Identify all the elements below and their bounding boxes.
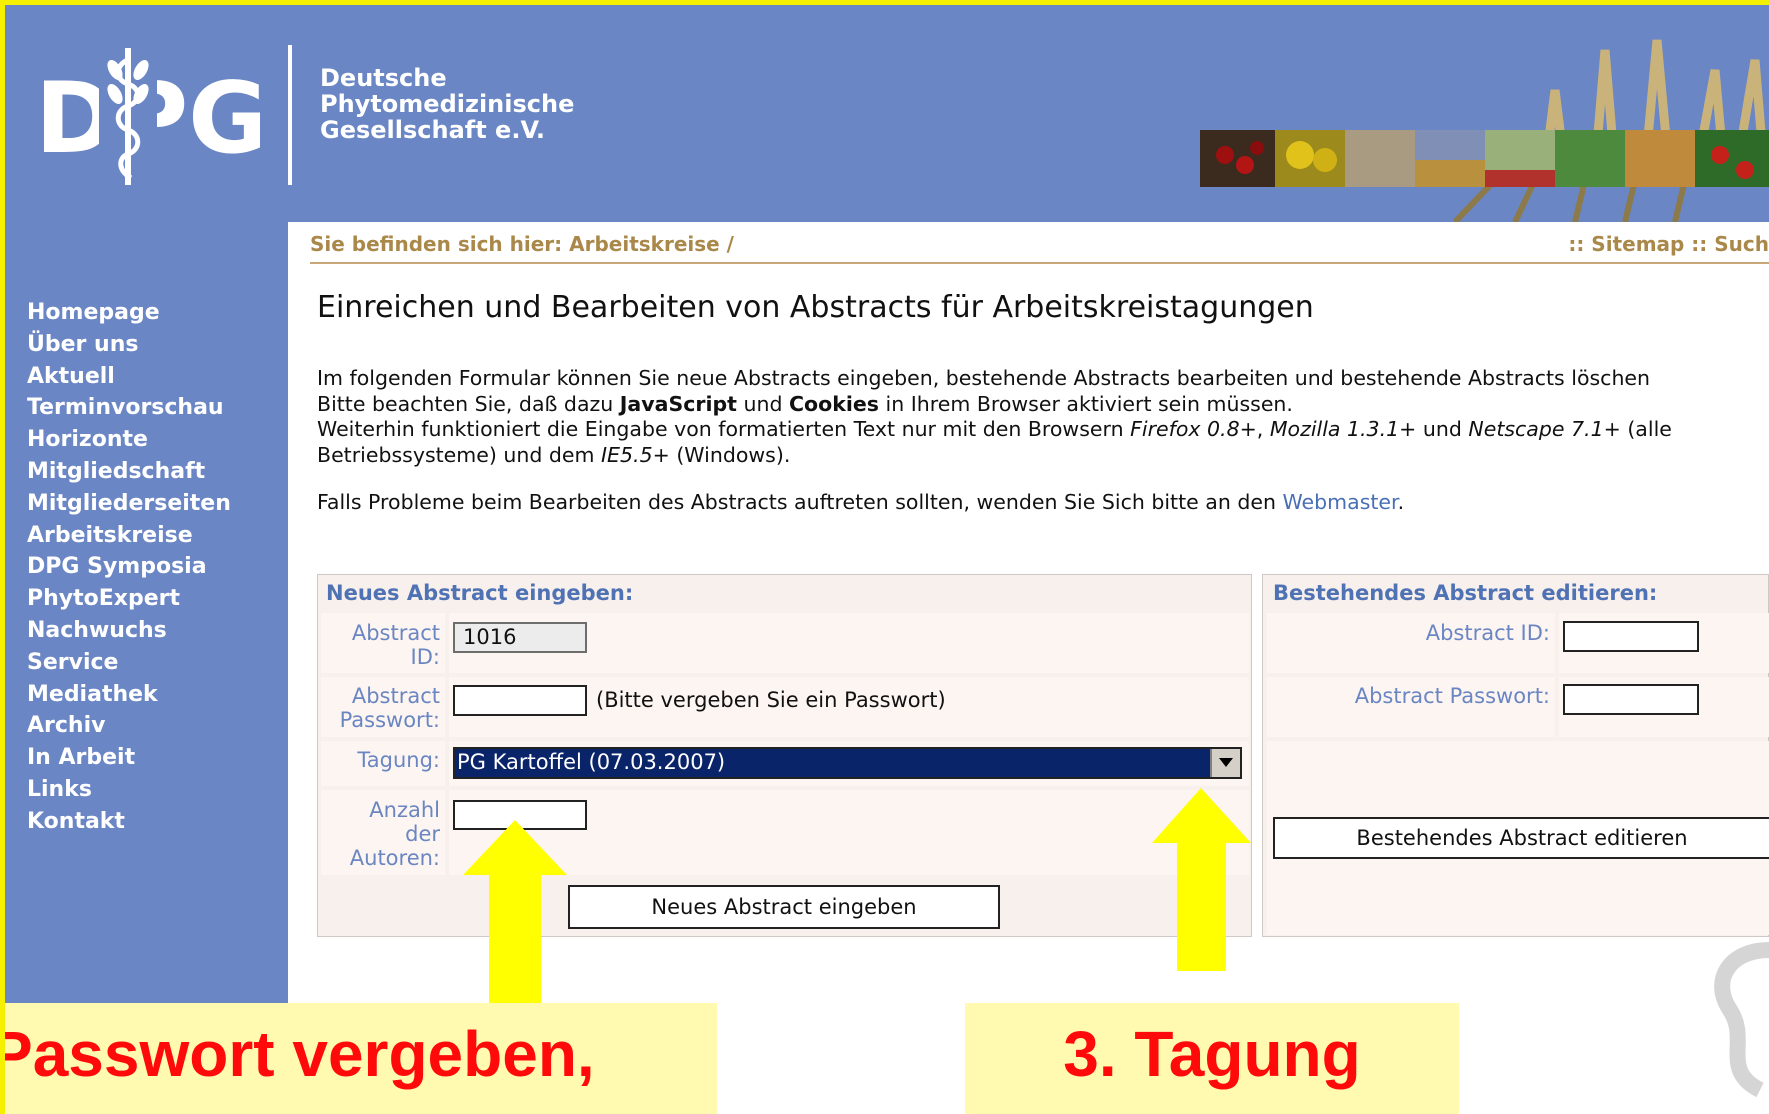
breadcrumb: Sie befinden sich hier: Arbeitskreise / [310, 232, 734, 256]
abstract-password-label: Abstract Passwort: [339, 684, 440, 732]
sidebar-nav: Homepage Über uns Aktuell Terminvorschau… [27, 297, 231, 838]
decorative-swirl [1714, 942, 1769, 1098]
sidebar-item-aktuell[interactable]: Aktuell [27, 361, 231, 393]
javascript-bold: JavaScript [619, 391, 737, 416]
sidebar-item-homepage[interactable]: Homepage [27, 297, 231, 329]
sidebar-item-mediathek[interactable]: Mediathek [27, 679, 231, 711]
edit-abstract-submit-button[interactable]: Bestehendes Abstract editieren [1273, 817, 1769, 859]
top-links: :: Sitemap :: Such [1568, 232, 1769, 256]
intro-text-span: Betriebssysteme) und dem [317, 442, 602, 467]
arrow-up-icon [1152, 788, 1251, 971]
edit-abstract-id-label: Abstract ID: [1425, 621, 1550, 645]
sidebar-item-terminvorschau[interactable]: Terminvorschau [27, 392, 231, 424]
new-abstract-submit-button[interactable]: Neues Abstract eingeben [568, 885, 1000, 929]
intro-text-span: und [1416, 417, 1469, 441]
edit-abstract-password-label: Abstract Passwort: [1354, 684, 1550, 708]
sidebar-item-mitgliederseiten[interactable]: Mitgliederseiten [27, 488, 231, 520]
dpg-logo[interactable]: DPG [35, 40, 260, 190]
sidebar-item-archiv[interactable]: Archiv [27, 710, 231, 742]
intro-text-span: Bitte beachten Sie, daß dazu [317, 391, 620, 416]
header-banner-image [1200, 39, 1769, 222]
sidebar-item-dpg-symposia[interactable]: DPG Symposia [27, 551, 231, 583]
dropdown-button[interactable] [1210, 749, 1240, 777]
org-name-line-1: Deutsche [320, 64, 447, 92]
intro-text-span: in Ihrem Browser aktiviert sein müssen. [878, 391, 1293, 416]
cookies-bold: Cookies [789, 391, 879, 416]
abstract-password-field[interactable] [453, 685, 587, 716]
callout-password: Passwort vergeben, [0, 1003, 717, 1114]
org-name-line-3: Gesellschaft e.V. [320, 116, 546, 144]
edit-abstract-id-field[interactable] [1563, 621, 1699, 652]
help-text-span: . [1397, 490, 1405, 514]
intro-line: Betriebssysteme) und dem IE5.5+ (Windows… [317, 443, 1769, 469]
browser-firefox: Firefox 0.8+ [1130, 417, 1257, 441]
intro-text: Im folgenden Formular können Sie neue Ab… [317, 366, 1769, 468]
help-text-span: Falls Probleme beim Bearbeiten des Abstr… [317, 490, 1283, 514]
sidebar-item-service[interactable]: Service [27, 647, 231, 679]
sidebar-item-arbeitskreise[interactable]: Arbeitskreise [27, 520, 231, 552]
page-title: Einreichen und Bearbeiten von Abstracts … [317, 290, 1314, 325]
sidebar-item-kontakt[interactable]: Kontakt [27, 806, 231, 838]
sidebar-item-nachwuchs[interactable]: Nachwuchs [27, 615, 231, 647]
authors-label: Anzahl der Autoren: [349, 798, 440, 870]
sidebar-item-phytoexpert[interactable]: PhytoExpert [27, 583, 231, 615]
breadcrumb-bar: Sie befinden sich hier: Arbeitskreise / … [310, 228, 1769, 264]
edit-abstract-heading: Bestehendes Abstract editieren: [1273, 581, 1658, 605]
abstract-id-label: Abstract ID: [351, 621, 440, 669]
organization-name: Deutsche Phytomedizinische Gesellschaft … [320, 65, 574, 143]
chevron-down-icon [1219, 758, 1233, 767]
intro-line: Im folgenden Formular können Sie neue Ab… [317, 366, 1769, 392]
org-name-line-2: Phytomedizinische [320, 90, 575, 118]
webmaster-link[interactable]: Webmaster [1282, 490, 1397, 514]
abstract-id-field: 1016 [453, 622, 587, 653]
intro-text-span: und [736, 391, 789, 416]
sitemap-search-links[interactable]: :: Sitemap :: Such [1568, 232, 1769, 256]
new-abstract-heading: Neues Abstract eingeben: [326, 581, 634, 605]
browser-ie: IE5.5+ [601, 442, 670, 467]
logo-divider [288, 45, 292, 185]
help-text: Falls Probleme beim Bearbeiten des Abstr… [317, 490, 1404, 514]
arrow-up-icon [463, 820, 567, 1003]
intro-text-span: Weiterhin funktioniert die Eingabe von f… [317, 417, 1131, 441]
sidebar-item-mitgliedschaft[interactable]: Mitgliedschaft [27, 456, 231, 488]
sidebar-item-in-arbeit[interactable]: In Arbeit [27, 742, 231, 774]
sidebar-item-ueber-uns[interactable]: Über uns [27, 329, 231, 361]
intro-line: Bitte beachten Sie, daß dazu JavaScript … [317, 392, 1769, 418]
callout-password-text: Passwort vergeben, [0, 1018, 595, 1090]
intro-text-span: (Windows). [669, 442, 791, 467]
intro-line: Weiterhin funktioniert die Eingabe von f… [317, 417, 1769, 443]
browser-netscape: Netscape 7.1+ [1468, 417, 1621, 441]
browser-mozilla: Mozilla 1.3.1+ [1269, 417, 1417, 441]
sidebar-item-horizonte[interactable]: Horizonte [27, 424, 231, 456]
password-hint: (Bitte vergeben Sie ein Passwort) [596, 688, 946, 712]
tagung-select[interactable]: PG Kartoffel (07.03.2007) [453, 747, 1242, 779]
callout-tagung: 3. Tagung [965, 1003, 1459, 1114]
tagung-selected-value: PG Kartoffel (07.03.2007) [457, 750, 726, 774]
edit-abstract-password-field[interactable] [1563, 684, 1699, 715]
intro-text-span: , [1256, 417, 1270, 441]
tagung-label: Tagung: [357, 748, 440, 772]
callout-tagung-text: 3. Tagung [1063, 1018, 1361, 1090]
intro-text-span: Im folgenden Formular können Sie neue Ab… [317, 366, 1651, 390]
intro-text-span: (alle [1620, 417, 1672, 441]
sidebar-item-links[interactable]: Links [27, 774, 231, 806]
